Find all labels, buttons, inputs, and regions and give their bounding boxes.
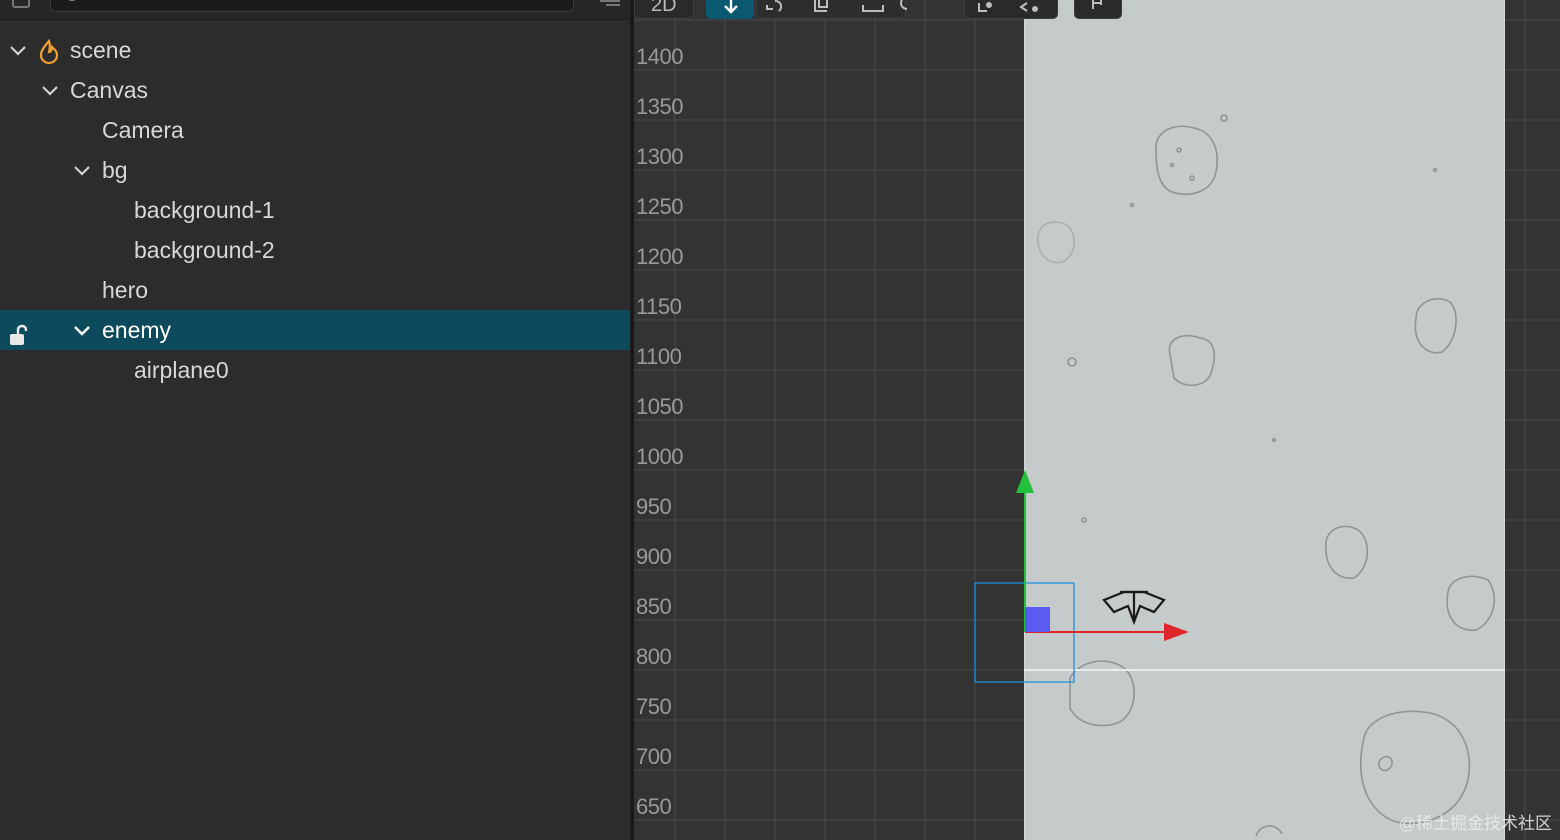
sort-icon[interactable] [594, 0, 622, 6]
tree-node-label: Camera [102, 117, 184, 143]
scene-view[interactable]: 1400 1350 1300 1250 1200 1150 1100 1050 … [634, 0, 1560, 840]
unlock-icon[interactable] [8, 319, 32, 345]
tree-node-airplane0[interactable]: airplane0 [0, 350, 630, 390]
watermark: @稀土掘金技术社区 [1398, 814, 1552, 833]
tree-node-label: scene [70, 37, 132, 63]
tree-node-background-2[interactable]: background-2 [0, 230, 630, 270]
search-input[interactable] [50, 0, 574, 12]
tree-node-camera[interactable]: Camera [0, 110, 630, 150]
tree-node-label: enemy [102, 317, 172, 343]
search-icon [65, 0, 79, 1]
fire-icon [38, 37, 60, 65]
hierarchy-panel: scene Canvas Camera bg background-1 back… [0, 0, 630, 840]
node-tree: scene Canvas Camera bg background-1 back… [0, 30, 630, 390]
tree-node-label: background-2 [134, 237, 275, 263]
tree-node-label: bg [102, 157, 128, 183]
transform-gizmo[interactable] [634, 0, 1560, 840]
tree-node-label: Canvas [70, 77, 148, 103]
tree-node-label: hero [102, 277, 149, 303]
tree-node-label: airplane0 [134, 357, 229, 383]
y-axis-arrow-icon [1016, 470, 1034, 493]
tree-node-bg[interactable]: bg [0, 150, 630, 190]
tree-node-label: background-1 [134, 197, 275, 223]
chevron-down-icon[interactable] [40, 80, 60, 100]
tree-node-background-1[interactable]: background-1 [0, 190, 630, 230]
tree-node-hero[interactable]: hero [0, 270, 630, 310]
tree-node-scene[interactable]: scene [0, 30, 630, 70]
tree-node-canvas[interactable]: Canvas [0, 70, 630, 110]
hierarchy-toolbar [0, 0, 630, 20]
add-node-icon[interactable] [12, 0, 30, 8]
chevron-down-icon[interactable] [72, 160, 92, 180]
chevron-down-icon[interactable] [72, 320, 92, 340]
x-axis-arrow-icon [1164, 623, 1189, 641]
gizmo-center-handle [1025, 607, 1050, 632]
tree-node-enemy[interactable]: enemy [0, 310, 630, 350]
chevron-down-icon[interactable] [8, 40, 28, 60]
airplane-sprite [1102, 590, 1166, 626]
